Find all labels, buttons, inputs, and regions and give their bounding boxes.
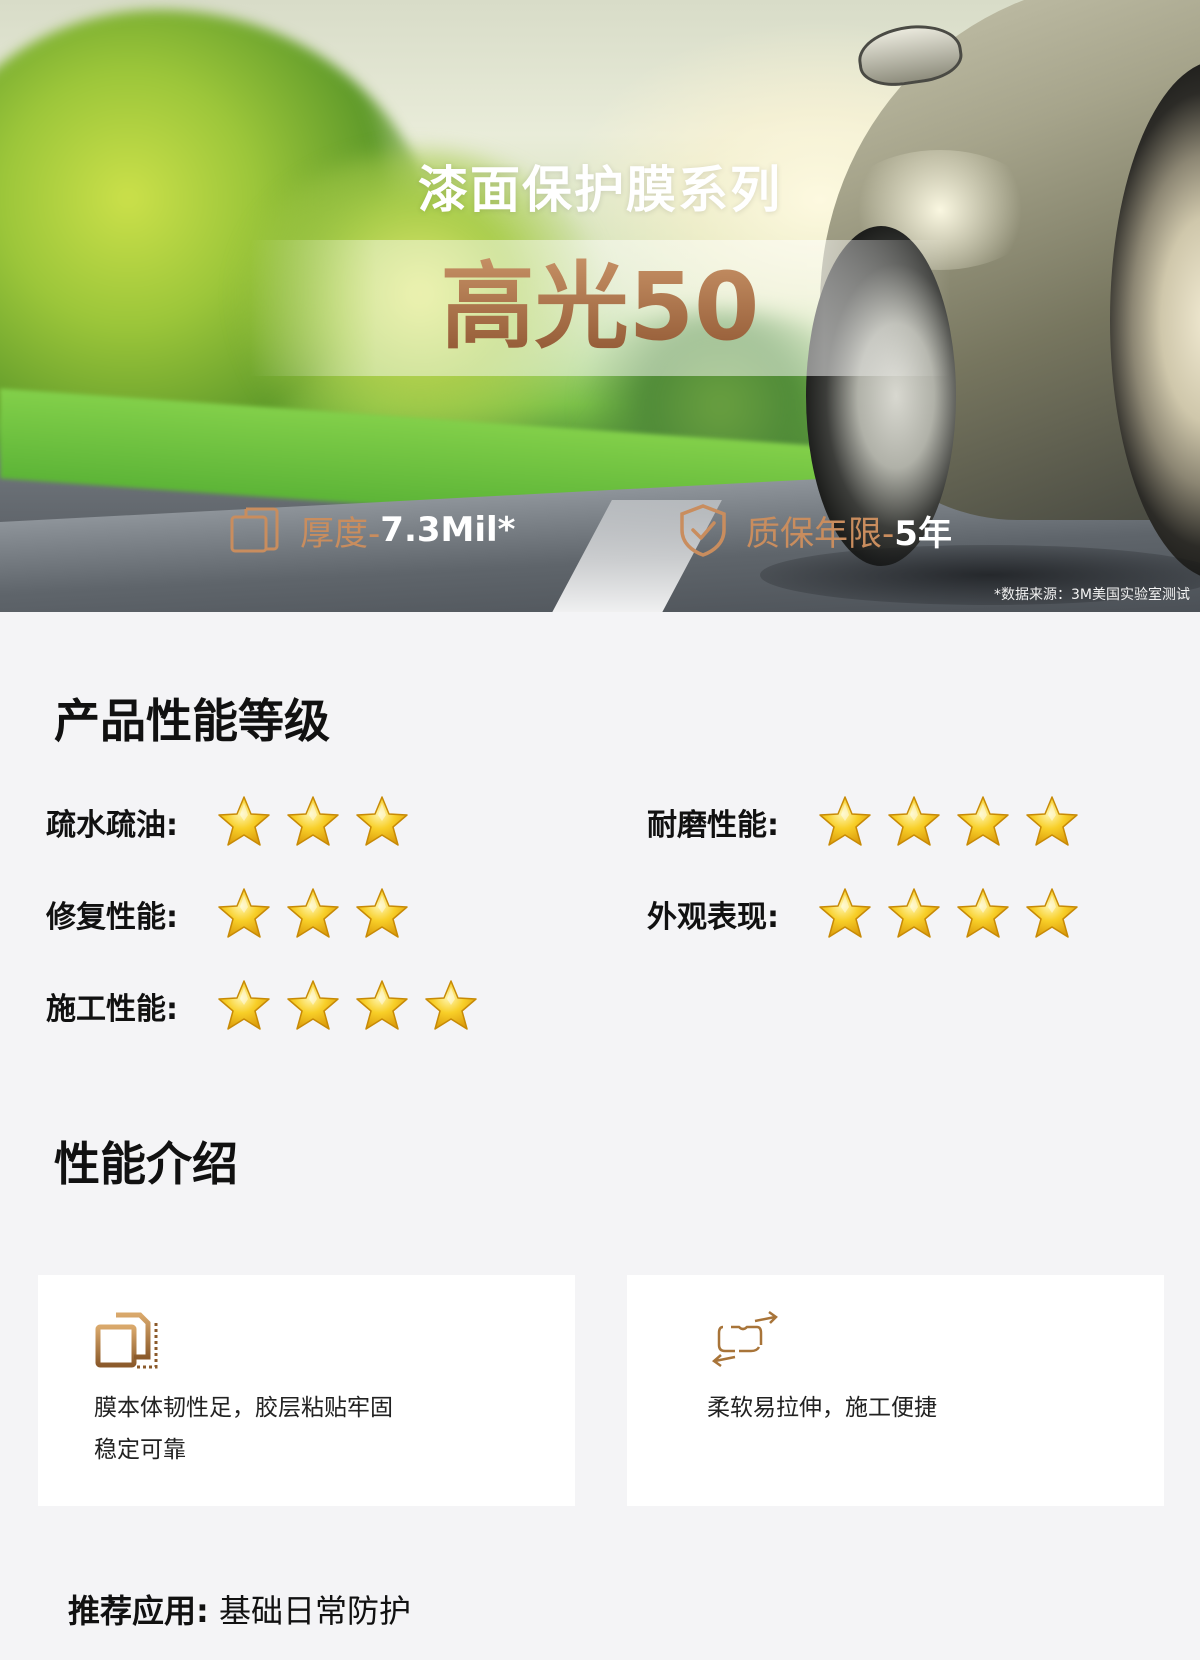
spec-thickness: 厚度- 7.3Mil*: [228, 500, 515, 560]
star-icon: [888, 888, 940, 938]
star-icon: [287, 796, 339, 846]
data-source-note: *数据来源：3M美国实验室测试: [994, 587, 1190, 603]
spec-warranty-label: 质保年限-: [746, 513, 895, 554]
rating-label: 外观表现:: [647, 900, 779, 935]
rating-row: 耐磨性能:: [647, 790, 1093, 854]
spec-warranty-value: 5年: [894, 513, 952, 554]
rating-label: 施工性能:: [46, 992, 178, 1027]
star-rating: [216, 794, 423, 850]
star-icon: [287, 980, 339, 1030]
star-rating: [817, 886, 1093, 942]
stretch-arrows-icon: [711, 1310, 778, 1368]
feature-text: 膜本体韧性足，胶层粘贴牢固 稳定可靠: [94, 1387, 534, 1471]
star-icon: [218, 796, 270, 846]
feature-text-line: 柔软易拉伸，施工便捷: [707, 1395, 937, 1421]
shield-check-icon: [680, 504, 726, 557]
star-icon: [356, 980, 408, 1030]
spec-warranty: 质保年限- 5年: [674, 500, 952, 560]
rating-row: 疏水疏油:: [46, 790, 423, 854]
rating-label: 疏水疏油:: [46, 808, 178, 843]
spec-thickness-label: 厚度-: [300, 513, 381, 554]
rating-row: 施工性能:: [46, 974, 492, 1038]
star-icon: [957, 888, 1009, 938]
series-title: 漆面保护膜系列: [418, 161, 782, 219]
feature-card: 膜本体韧性足，胶层粘贴牢固 稳定可靠: [38, 1275, 575, 1506]
star-icon: [218, 888, 270, 938]
star-rating: [817, 794, 1093, 850]
film-layers-icon: [230, 507, 279, 553]
product-name: 高光50: [0, 250, 1200, 366]
spec-thickness-value: 7.3Mil*: [380, 510, 516, 550]
star-rating: [216, 978, 492, 1034]
star-icon: [356, 796, 408, 846]
star-icon: [819, 796, 871, 846]
rating-label: 修复性能:: [46, 900, 178, 935]
star-icon: [819, 888, 871, 938]
star-icon: [287, 888, 339, 938]
star-icon: [957, 796, 1009, 846]
rating-label: 耐磨性能:: [647, 808, 779, 843]
intro-section-title: 性能介绍: [54, 1137, 238, 1191]
rating-row: 外观表现:: [647, 882, 1093, 946]
feature-text-line: 膜本体韧性足，胶层粘贴牢固: [94, 1395, 393, 1421]
rating-section-title: 产品性能等级: [54, 694, 330, 748]
star-icon: [888, 796, 940, 846]
star-icon: [1026, 796, 1078, 846]
star-icon: [356, 888, 408, 938]
recommended-use: 推荐应用: 基础日常防护: [68, 1586, 411, 1632]
feature-card: 柔软易拉伸，施工便捷: [627, 1275, 1164, 1506]
film-toughness-icon: [95, 1312, 158, 1369]
recommended-use-value: 基础日常防护: [218, 1592, 411, 1630]
feature-text: 柔软易拉伸，施工便捷: [707, 1387, 1147, 1429]
feature-text-line: 稳定可靠: [94, 1437, 186, 1463]
star-icon: [218, 980, 270, 1030]
hero-banner: 漆面保护膜系列 高光50 厚度- 7.3Mil* 质保年限- 5年 *数据来源：…: [0, 0, 1200, 612]
recommended-use-label: 推荐应用:: [68, 1592, 209, 1630]
star-icon: [1026, 888, 1078, 938]
star-rating: [216, 886, 423, 942]
rating-row: 修复性能:: [46, 882, 423, 946]
star-icon: [425, 980, 477, 1030]
